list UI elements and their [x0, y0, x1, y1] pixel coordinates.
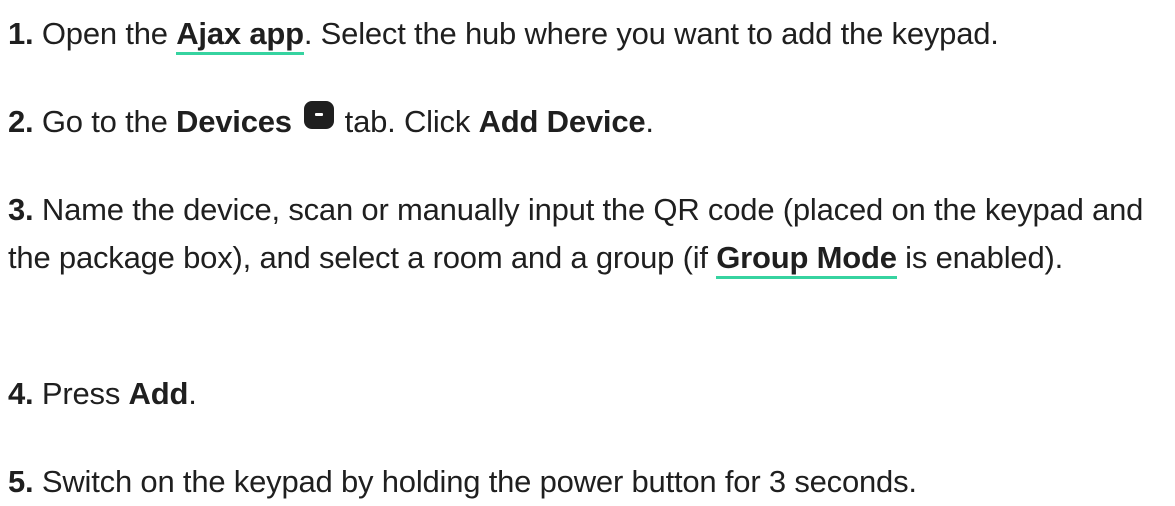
step-number: 2. [8, 104, 34, 139]
step-text: . Select the hub where you want to add t… [303, 16, 999, 51]
step-number: 1. [8, 16, 34, 51]
step-number: 4. [8, 376, 34, 411]
instruction-steps: 1. Open the Ajax app. Select the hub whe… [0, 0, 1175, 499]
group-mode-link[interactable]: Group Mode [716, 240, 897, 279]
step-text: is enabled). [896, 240, 1064, 275]
step-number: 3. [8, 192, 34, 227]
step-1: 1. Open the Ajax app. Select the hub whe… [8, 10, 1171, 58]
add-device-label: Add Device [478, 104, 646, 139]
step-5: 5. Switch on the keypad by holding the p… [8, 458, 1171, 506]
step-4: 4. Press Add. [8, 370, 1171, 418]
devices-label: Devices [176, 104, 292, 139]
step-text: Switch on the keypad by holding the powe… [41, 464, 917, 499]
step-text: Press [41, 376, 129, 411]
ajax-app-link[interactable]: Ajax app [176, 16, 304, 55]
step-text: tab. Click [336, 104, 479, 139]
step-3: 3. Name the device, scan or manually inp… [8, 186, 1168, 282]
step-text: . [188, 376, 197, 411]
step-text: Open the [41, 16, 177, 51]
add-label: Add [128, 376, 189, 411]
step-2: 2. Go to the Devices tab. Click Add Devi… [8, 98, 1171, 146]
step-number: 5. [8, 464, 34, 499]
step-text: . [645, 104, 654, 139]
devices-tab-icon [304, 101, 335, 129]
step-text: Go to the [41, 104, 177, 139]
